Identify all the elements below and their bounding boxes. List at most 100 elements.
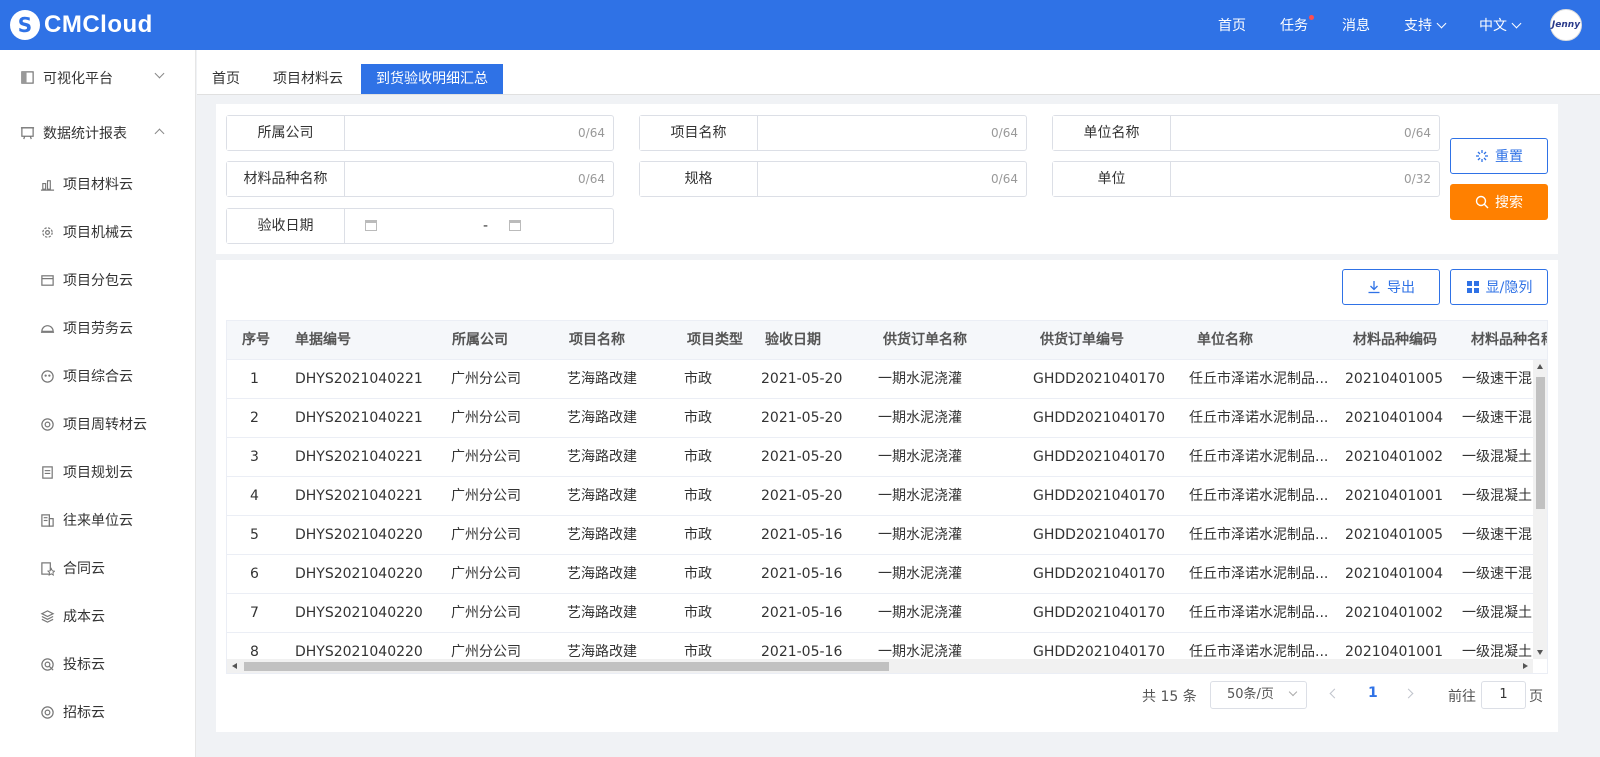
table-row[interactable]: 7 DHYS2021040220 广州分公司 艺海路改建 市政 2021-05-16 一期水… bbox=[227, 594, 1533, 633]
table-cell: 广州分公司 bbox=[451, 410, 521, 426]
table-cell: 20210401004 bbox=[1345, 410, 1443, 426]
scroll-thumb[interactable] bbox=[1536, 377, 1545, 509]
column-header[interactable]: 材料品种名称 bbox=[1471, 321, 1547, 360]
sidebar-item-labor[interactable]: 项目劳务云 bbox=[0, 304, 195, 352]
sidebar-group-label: 可视化平台 bbox=[43, 70, 113, 87]
goto-page-input[interactable]: 1 bbox=[1481, 681, 1526, 709]
table-cell: 艺海路改建 bbox=[567, 410, 637, 426]
tab-home[interactable]: 首页 bbox=[212, 64, 240, 94]
vertical-scrollbar[interactable] bbox=[1533, 360, 1547, 659]
tab-materials[interactable]: 项目材料云 bbox=[273, 64, 343, 94]
table-row[interactable]: 5 DHYS2021040220 广州分公司 艺海路改建 市政 2021-05-16 一期水… bbox=[227, 516, 1533, 555]
column-header[interactable]: 供货订单名称 bbox=[883, 321, 967, 360]
avatar[interactable]: Jenny bbox=[1550, 9, 1582, 41]
horizontal-scrollbar[interactable] bbox=[227, 659, 1533, 673]
calendar-icon bbox=[509, 220, 521, 231]
company-input[interactable]: 0/64 bbox=[345, 116, 613, 150]
table-cell: GHDD2021040170 bbox=[1033, 566, 1166, 582]
column-header[interactable]: 所属公司 bbox=[452, 321, 508, 360]
scroll-right-icon[interactable] bbox=[1523, 663, 1528, 669]
scroll-left-icon[interactable] bbox=[232, 663, 237, 669]
logo[interactable]: CMCloud bbox=[10, 10, 153, 40]
sidebar-item-subcontract[interactable]: 项目分包云 bbox=[0, 256, 195, 304]
table-cell: 一级混凝土 bbox=[1462, 605, 1532, 621]
sidebar-item-label: 项目材料云 bbox=[63, 177, 133, 193]
nav-language[interactable]: 中文 bbox=[1479, 15, 1522, 35]
table-row[interactable]: 1 DHYS2021040221 广州分公司 艺海路改建 市政 2021-05-20 一期水… bbox=[227, 360, 1533, 399]
table-cell: 市政 bbox=[684, 605, 712, 621]
table-cell: 2021-05-16 bbox=[761, 605, 843, 621]
column-header[interactable]: 项目类型 bbox=[687, 321, 743, 360]
download-icon bbox=[1367, 280, 1381, 294]
scroll-down-icon[interactable] bbox=[1537, 650, 1543, 655]
material-input[interactable]: 0/64 bbox=[345, 162, 613, 196]
sidebar-item-label: 项目分包云 bbox=[63, 273, 133, 289]
table-cell: 20210401002 bbox=[1345, 449, 1443, 465]
char-count: 0/32 bbox=[1404, 172, 1431, 186]
table-cell: 2021-05-20 bbox=[761, 371, 843, 387]
column-header[interactable]: 验收日期 bbox=[765, 321, 821, 360]
unit-input[interactable]: 0/32 bbox=[1171, 162, 1439, 196]
sidebar-group-data-reports[interactable]: 数据统计报表 bbox=[0, 105, 195, 160]
table-row[interactable]: 4 DHYS2021040221 广州分公司 艺海路改建 市政 2021-05-20 一期水… bbox=[227, 477, 1533, 516]
date-field: 验收日期 - bbox=[226, 208, 614, 244]
date-range-input[interactable]: - bbox=[345, 209, 613, 243]
sidebar-item-machinery[interactable]: 项目机械云 bbox=[0, 208, 195, 256]
table-cell: 市政 bbox=[684, 371, 712, 387]
table-cell: 一级混凝土 bbox=[1462, 488, 1532, 504]
sidebar-item-partners[interactable]: 往来单位云 bbox=[0, 496, 195, 544]
scroll-up-icon[interactable] bbox=[1537, 364, 1543, 369]
target-icon bbox=[40, 705, 55, 720]
nav-messages[interactable]: 消息 bbox=[1342, 15, 1370, 35]
char-count: 0/64 bbox=[578, 126, 605, 140]
toggle-columns-button[interactable]: 显/隐列 bbox=[1450, 269, 1548, 305]
scroll-thumb[interactable] bbox=[244, 662, 889, 671]
table-cell: GHDD2021040170 bbox=[1033, 449, 1166, 465]
column-header[interactable]: 单位名称 bbox=[1197, 321, 1253, 360]
reset-button[interactable]: 重置 bbox=[1450, 138, 1548, 174]
current-page[interactable]: 1 bbox=[1368, 685, 1378, 701]
sidebar-item-bidding[interactable]: 投标云 bbox=[0, 640, 195, 688]
spec-label: 规格 bbox=[640, 162, 758, 196]
project-input[interactable]: 0/64 bbox=[758, 116, 1026, 150]
sidebar-group-visual-platform[interactable]: 可视化平台 bbox=[0, 50, 195, 105]
table-cell: GHDD2021040170 bbox=[1033, 605, 1166, 621]
nav-support[interactable]: 支持 bbox=[1404, 15, 1447, 35]
table-cell: 艺海路改建 bbox=[567, 371, 637, 387]
spec-input[interactable]: 0/64 bbox=[758, 162, 1026, 196]
page-size-select[interactable]: 50条/页 bbox=[1210, 681, 1307, 709]
table-cell: 一级速干混 bbox=[1462, 371, 1532, 387]
table-cell: 20210401005 bbox=[1345, 527, 1443, 543]
char-count: 0/64 bbox=[578, 172, 605, 186]
logo-text: CMCloud bbox=[44, 11, 153, 38]
column-header[interactable]: 项目名称 bbox=[569, 321, 625, 360]
sidebar-item-tendering[interactable]: 招标云 bbox=[0, 688, 195, 736]
top-nav: 首页 任务 消息 支持 中文 Jenny bbox=[1218, 0, 1600, 50]
sidebar-item-label: 招标云 bbox=[63, 705, 105, 721]
table-cell: 艺海路改建 bbox=[567, 488, 637, 504]
sidebar-item-turnover[interactable]: 项目周转材云 bbox=[0, 400, 195, 448]
sidebar-item-comprehensive[interactable]: 项目综合云 bbox=[0, 352, 195, 400]
table-cell: DHYS2021040220 bbox=[295, 605, 423, 621]
nav-tasks[interactable]: 任务 bbox=[1280, 15, 1314, 35]
table-cell: 20210401004 bbox=[1345, 566, 1443, 582]
export-button[interactable]: 导出 bbox=[1342, 269, 1440, 305]
sidebar-item-contract[interactable]: 合同云 bbox=[0, 544, 195, 592]
sidebar-item-cost[interactable]: 成本云 bbox=[0, 592, 195, 640]
table-cell: 市政 bbox=[684, 410, 712, 426]
column-header[interactable]: 材料品种编码 bbox=[1353, 321, 1437, 360]
sidebar-item-planning[interactable]: 项目规划云 bbox=[0, 448, 195, 496]
unit-name-input[interactable]: 0/64 bbox=[1171, 116, 1439, 150]
nav-home[interactable]: 首页 bbox=[1218, 15, 1246, 35]
sidebar-item-materials[interactable]: 项目材料云 bbox=[0, 160, 195, 208]
search-button[interactable]: 搜索 bbox=[1450, 184, 1548, 220]
table-row[interactable]: 2 DHYS2021040221 广州分公司 艺海路改建 市政 2021-05-20 一期水… bbox=[227, 399, 1533, 438]
table-row[interactable]: 6 DHYS2021040220 广州分公司 艺海路改建 市政 2021-05-16 一期水… bbox=[227, 555, 1533, 594]
company-field: 所属公司 0/64 bbox=[226, 115, 614, 151]
column-header[interactable]: 单据编号 bbox=[295, 321, 351, 360]
column-header[interactable]: 供货订单编号 bbox=[1040, 321, 1124, 360]
table-row[interactable]: 3 DHYS2021040221 广州分公司 艺海路改建 市政 2021-05-20 一期水… bbox=[227, 438, 1533, 477]
column-header[interactable]: 序号 bbox=[242, 321, 270, 360]
tab-arrival-acceptance[interactable]: 到货验收明细汇总 bbox=[361, 64, 503, 94]
goto-unit: 页 bbox=[1529, 689, 1543, 705]
